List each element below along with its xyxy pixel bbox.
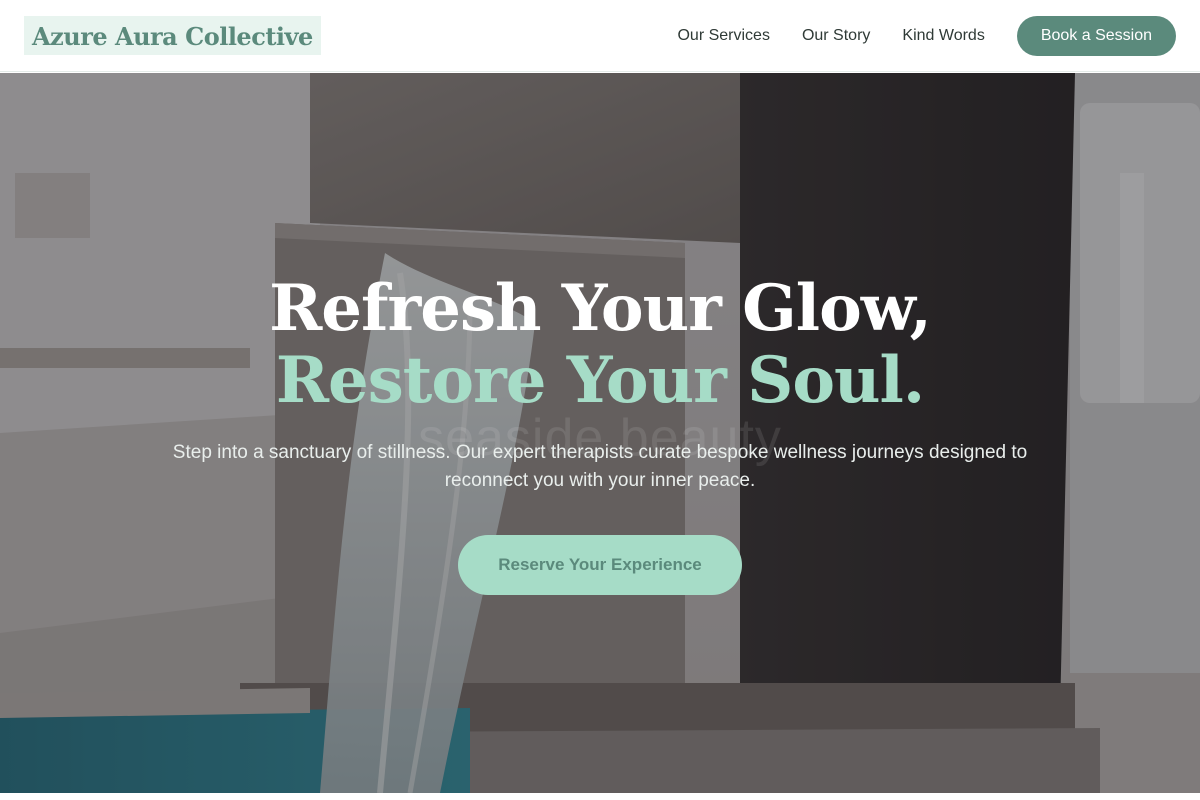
- hero-section: seaside beauty Refresh Your Glow, Restor…: [0, 73, 1200, 793]
- nav-link-our-story[interactable]: Our Story: [802, 27, 870, 45]
- hero-subtitle: Step into a sanctuary of stillness. Our …: [172, 442, 1028, 491]
- site-header: Azure Aura Collective Our Services Our S…: [0, 0, 1200, 72]
- reserve-experience-button[interactable]: Reserve Your Experience: [458, 535, 742, 595]
- hero-headline-line-2: Restore Your Soul.: [275, 343, 925, 418]
- brand-logo[interactable]: Azure Aura Collective: [24, 16, 321, 55]
- hero-content: Refresh Your Glow, Restore Your Soul. St…: [100, 273, 1100, 595]
- main-nav: Our Services Our Story Kind Words Book a…: [677, 15, 1176, 56]
- nav-link-kind-words[interactable]: Kind Words: [902, 27, 984, 45]
- hero-headline-line-1: Refresh Your Glow,: [269, 271, 932, 346]
- book-session-button[interactable]: Book a Session: [1016, 15, 1176, 56]
- nav-link-our-services[interactable]: Our Services: [677, 27, 769, 45]
- page-bottom-edge: [0, 793, 1200, 800]
